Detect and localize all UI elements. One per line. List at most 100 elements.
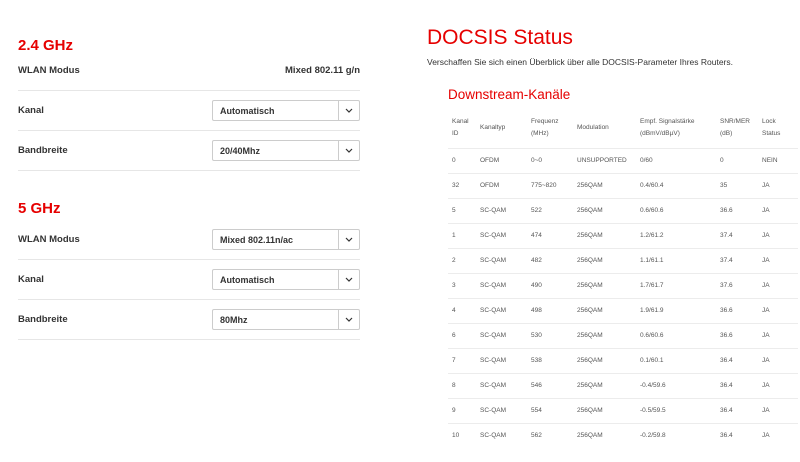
chevron-down-icon — [338, 101, 359, 120]
table-cell: 256QAM — [577, 182, 603, 189]
band-24-mode-label: WLAN Modus — [18, 65, 80, 76]
column-header-text: Modulation — [577, 123, 609, 131]
table-row: 6 SC-QAM 530 256QAM 0.6/60.6 36.6 JA — [448, 323, 798, 348]
table-cell: NEIN — [762, 157, 778, 164]
column-header-text: Frequenz — [531, 117, 559, 125]
downstream-table: Kanal ID Kanaltyp Frequenz (MHz) Modulation Em… — [448, 108, 798, 448]
table-cell: 6 — [452, 332, 456, 339]
docsis-intro: Verschaffen Sie sich einen Überblick übe… — [427, 57, 733, 67]
band-24-mode-value: Mixed 802.11 g/n — [285, 65, 360, 76]
table-cell: 5 — [452, 207, 456, 214]
table-cell: SC-QAM — [480, 232, 506, 239]
band-5-mode-select[interactable]: Mixed 802.11n/ac — [212, 229, 360, 250]
table-cell: 530 — [531, 332, 542, 339]
table-cell: 522 — [531, 207, 542, 214]
table-cell: 35 — [720, 182, 728, 189]
table-cell: 474 — [531, 232, 542, 239]
table-cell: 256QAM — [577, 207, 603, 214]
band-24-channel-value: Automatisch — [220, 105, 275, 116]
table-cell: 0~0 — [531, 157, 543, 164]
column-header: SNR/MER (dB) — [716, 108, 758, 148]
table-cell: JA — [762, 257, 770, 264]
table-cell: 256QAM — [577, 307, 603, 314]
column-header-text: Empf. Signalstärke — [640, 117, 695, 125]
band-5-channel-row: Kanal Automatisch — [18, 260, 360, 300]
band-24-channel-select[interactable]: Automatisch — [212, 100, 360, 121]
band-5-channel-select[interactable]: Automatisch — [212, 269, 360, 290]
band-24-channel-label: Kanal — [18, 105, 44, 116]
band-24-bandwidth-row: Bandbreite 20/40Mhz — [18, 131, 360, 171]
table-cell: 0 — [720, 157, 724, 164]
chevron-down-icon — [338, 310, 359, 329]
table-cell: SC-QAM — [480, 382, 506, 389]
column-header-text: (MHz) — [531, 129, 549, 137]
table-cell: 36.4 — [720, 382, 733, 389]
column-header: Modulation — [573, 108, 636, 148]
table-cell: 37.4 — [720, 257, 733, 264]
band-24-channel-row: Kanal Automatisch — [18, 91, 360, 131]
table-cell: JA — [762, 407, 770, 414]
table-cell: 37.4 — [720, 232, 733, 239]
table-cell: 482 — [531, 257, 542, 264]
table-row: 10 SC-QAM 562 256QAM -0.2/59.8 36.4 JA — [448, 423, 798, 448]
table-cell: JA — [762, 207, 770, 214]
table-cell: -0.2/59.8 — [640, 432, 666, 440]
band-24-bandwidth-value: 20/40Mhz — [220, 145, 261, 156]
band-5-mode-label: WLAN Modus — [18, 234, 80, 245]
table-row: 8 SC-QAM 546 256QAM -0.4/59.6 36.4 JA — [448, 373, 798, 398]
table-cell: 1 — [452, 232, 456, 239]
table-body: 0 OFDM 0~0 UNSUPPORTED 0/60 0 NEIN 32 OFDM 775~82… — [448, 148, 798, 448]
table-cell: 0/60 — [640, 157, 653, 164]
band-24-bandwidth-select[interactable]: 20/40Mhz — [212, 140, 360, 161]
table-row: 2 SC-QAM 482 256QAM 1.1/61.1 37.4 JA — [448, 248, 798, 273]
band-5-bandwidth-row: Bandbreite 80Mhz — [18, 300, 360, 340]
band-5-mode-row: WLAN Modus Mixed 802.11n/ac — [18, 220, 360, 260]
table-cell: 36.4 — [720, 407, 733, 414]
chevron-down-icon — [338, 141, 359, 160]
table-cell: 2 — [452, 257, 456, 264]
band-5-bandwidth-select[interactable]: 80Mhz — [212, 309, 360, 330]
table-row: 4 SC-QAM 498 256QAM 1.9/61.9 36.6 JA — [448, 298, 798, 323]
table-row: 1 SC-QAM 474 256QAM 1.2/61.2 37.4 JA — [448, 223, 798, 248]
table-cell: 9 — [452, 407, 456, 414]
downstream-title: Downstream-Kanäle — [448, 87, 571, 102]
table-cell: JA — [762, 382, 770, 389]
column-header-text: (dBmV/dBµV) — [640, 129, 680, 137]
column-header: Kanaltyp — [476, 108, 527, 148]
band-5-bandwidth-value: 80Mhz — [220, 314, 248, 325]
table-cell: 1.2/61.2 — [640, 232, 664, 239]
table-row: 9 SC-QAM 554 256QAM -0.5/59.5 36.4 JA — [448, 398, 798, 423]
table-cell: 775~820 — [531, 182, 557, 189]
table-cell: JA — [762, 332, 770, 339]
table-cell: 546 — [531, 382, 542, 389]
table-cell: 36.6 — [720, 307, 733, 314]
table-cell: 36.6 — [720, 207, 733, 214]
column-header-text: Lock — [762, 117, 776, 125]
column-header: Empf. Signalstärke (dBmV/dBµV) — [636, 108, 716, 148]
table-cell: 256QAM — [577, 232, 603, 239]
table-cell: OFDM — [480, 182, 500, 189]
table-cell: 36.6 — [720, 332, 733, 339]
table-cell: JA — [762, 432, 770, 440]
table-cell: SC-QAM — [480, 282, 506, 289]
table-cell: -0.4/59.6 — [640, 382, 666, 389]
table-cell: 1.1/61.1 — [640, 257, 664, 264]
table-cell: SC-QAM — [480, 432, 506, 440]
table-cell: 498 — [531, 307, 542, 314]
table-cell: 4 — [452, 307, 456, 314]
table-row: 32 OFDM 775~820 256QAM 0.4/60.4 35 JA — [448, 173, 798, 198]
table-cell: SC-QAM — [480, 332, 506, 339]
band-5-mode-value: Mixed 802.11n/ac — [220, 234, 294, 245]
table-cell: 36.4 — [720, 432, 733, 440]
table-cell: SC-QAM — [480, 357, 506, 364]
table-cell: JA — [762, 232, 770, 239]
table-cell: 36.4 — [720, 357, 733, 364]
table-cell: 256QAM — [577, 407, 603, 414]
docsis-title: DOCSIS Status — [427, 26, 573, 49]
table-cell: 256QAM — [577, 432, 603, 440]
band-24-bandwidth-label: Bandbreite — [18, 145, 68, 156]
column-header-text: Kanaltyp — [480, 123, 506, 131]
table-cell: 256QAM — [577, 257, 603, 264]
column-header-text: ID — [452, 129, 459, 137]
table-cell: UNSUPPORTED — [577, 157, 627, 164]
